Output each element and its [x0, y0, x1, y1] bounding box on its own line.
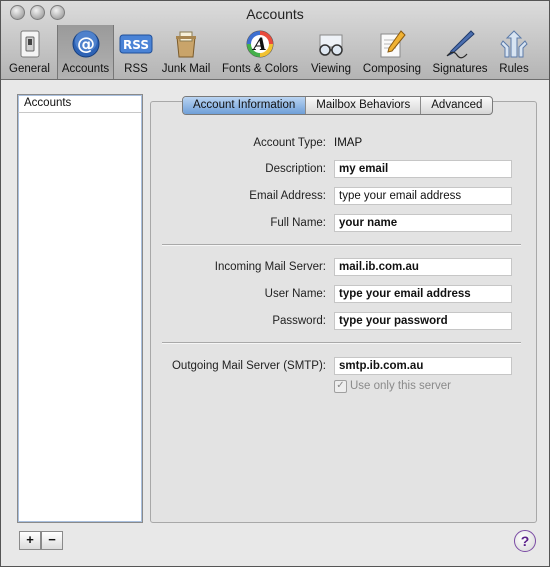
toolbar-label: General [9, 63, 50, 75]
svg-text:A: A [251, 35, 266, 55]
svg-text:@: @ [77, 34, 95, 55]
tab-advanced[interactable]: Advanced [421, 97, 492, 114]
help-button[interactable]: ? [514, 530, 536, 552]
password-field[interactable]: type your password [334, 312, 512, 330]
account-tabs: Account Information Mailbox Behaviors Ad… [182, 96, 494, 115]
outgoing-server-popup[interactable]: smtp.ib.com.au [334, 357, 512, 375]
rules-arrows-icon [500, 30, 528, 58]
full-name-label: Full Name: [270, 217, 326, 229]
toolbar-rss[interactable]: RSS RSS [116, 25, 156, 79]
toolbar-label: Junk Mail [161, 63, 211, 75]
section-divider [162, 342, 521, 344]
password-label: Password: [272, 315, 326, 327]
toolbar-label: Rules [499, 63, 529, 75]
toolbar-accounts[interactable]: @ Accounts [57, 25, 114, 79]
user-name-field[interactable]: type your email address [334, 285, 512, 303]
toolbar-fonts-colors[interactable]: A Fonts & Colors [217, 25, 303, 79]
tab-account-information[interactable]: Account Information [183, 97, 307, 114]
section-divider [162, 244, 521, 246]
junk-mail-bin-icon [176, 31, 196, 58]
email-address-label: Email Address: [249, 190, 326, 202]
toolbar-label: Fonts & Colors [221, 63, 299, 75]
toolbar-label: RSS [124, 63, 148, 75]
window-title: Accounts [246, 6, 304, 22]
full-name-field[interactable]: your name [334, 214, 512, 232]
description-label: Description: [265, 163, 326, 175]
user-name-label: User Name: [264, 288, 326, 300]
accounts-list-header: Accounts [18, 95, 142, 113]
accounts-list[interactable]: Accounts [17, 94, 143, 523]
use-only-server-checkbox[interactable]: ✓ [334, 380, 347, 393]
add-account-button[interactable]: + [19, 531, 41, 550]
at-sign-icon: @ [72, 30, 99, 58]
remove-account-button[interactable]: − [41, 531, 63, 550]
tab-mailbox-behaviors[interactable]: Mailbox Behaviors [306, 97, 422, 114]
toolbar-junk-mail[interactable]: Junk Mail [158, 25, 214, 79]
toolbar-label: Composing [362, 63, 422, 75]
toolbar-label: Accounts [61, 63, 110, 75]
email-address-field[interactable]: type your email address [334, 187, 512, 205]
toolbar-composing[interactable]: Composing [359, 25, 425, 79]
light-switch-icon [20, 30, 39, 58]
incoming-server-label: Incoming Mail Server: [214, 261, 326, 273]
toolbar-viewing[interactable]: Viewing [306, 25, 356, 79]
toolbar-area: Accounts General @ Accounts RSS RSS Junk… [1, 1, 549, 80]
preferences-toolbar: General @ Accounts RSS RSS Junk Mail A F… [1, 25, 549, 79]
toolbar-label: Viewing [310, 63, 352, 75]
account-type-label: Account Type: [253, 137, 326, 149]
outgoing-server-label: Outgoing Mail Server (SMTP): [171, 360, 326, 372]
signature-pen-icon [446, 30, 475, 59]
rss-icon: RSS [119, 34, 153, 54]
preferences-content: Accounts + − Account Information Mailbox… [1, 80, 549, 566]
description-field[interactable]: my email [334, 160, 512, 178]
svg-text:RSS: RSS [123, 38, 149, 52]
glasses-icon [319, 34, 343, 56]
toolbar-rules[interactable]: Rules [495, 25, 533, 79]
preferences-window: Accounts General @ Accounts RSS RSS Junk… [0, 0, 550, 567]
toolbar-label: Signatures [432, 63, 488, 75]
use-only-server-label: Use only this server [350, 380, 451, 392]
toolbar-general[interactable]: General [3, 25, 56, 79]
account-type-value: IMAP [334, 137, 363, 149]
incoming-server-field[interactable]: mail.ib.com.au [334, 258, 512, 276]
pencil-paper-icon [380, 30, 406, 58]
toolbar-signatures[interactable]: Signatures [428, 25, 492, 79]
font-palette-icon: A [246, 30, 274, 58]
